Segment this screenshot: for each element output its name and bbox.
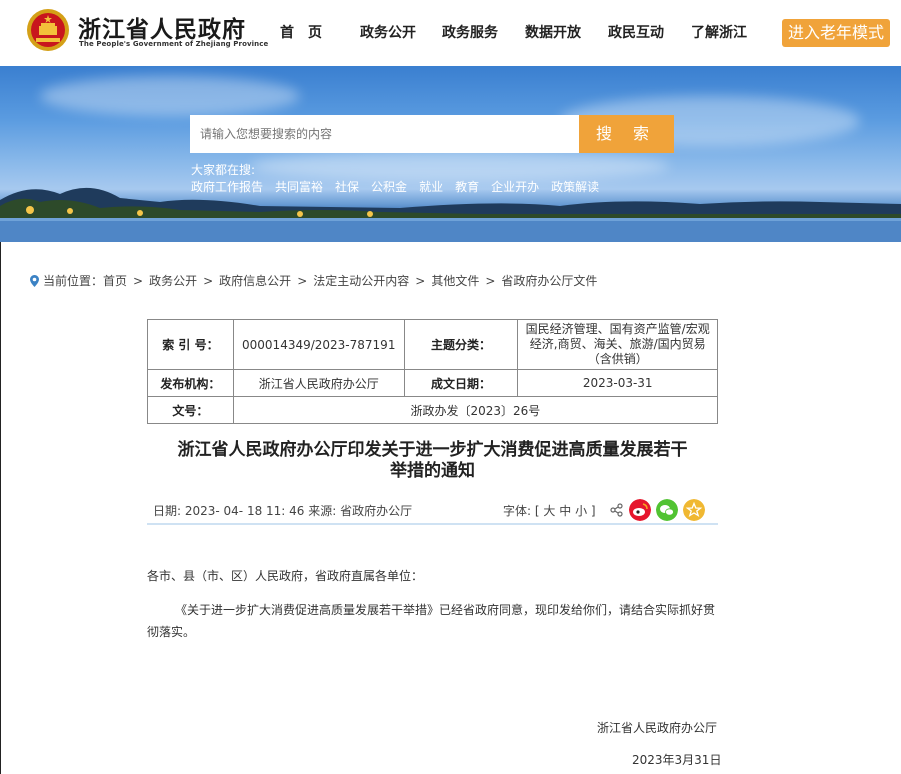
index-number-value: 000014349/2023-787191 <box>232 319 405 370</box>
hot-link-common-prosperity[interactable]: 共同富裕 <box>275 178 323 195</box>
nav-gov-services[interactable]: 政务服务 <box>442 22 525 42</box>
body-paragraph-line: 《关于进一步扩大消费促进高质量发展若干举措》已经省政府同意，现印发给你们，请结合… <box>175 603 716 617</box>
issuer-value: 浙江省人民政府办公厅 <box>232 369 405 397</box>
national-emblem-icon <box>27 9 69 51</box>
topic-label: 主题分类： <box>403 319 519 370</box>
breadcrumb-label: 当前位置： <box>43 274 104 288</box>
signature-date: 2023年3月31日 <box>632 753 722 767</box>
breadcrumb-separator: > <box>415 273 426 288</box>
nav-about-zhejiang[interactable]: 了解浙江 <box>691 22 747 42</box>
wechat-share-icon[interactable] <box>656 499 678 521</box>
hot-link-housing-fund[interactable]: 公积金 <box>371 178 407 195</box>
doc-number-value: 浙政办发〔2023〕26号 <box>232 396 719 424</box>
hot-link-education[interactable]: 教育 <box>455 178 479 195</box>
article-meta-bar: 日期: 2023- 04- 18 11: 46 来源: 省政府办公厅 字体: [… <box>150 499 718 522</box>
site-header: 浙江省人民政府 The People's Government of Zheji… <box>0 0 901 66</box>
breadcrumb-item[interactable]: 其他文件 <box>431 272 479 289</box>
hot-search-label: 大家都在搜: <box>191 163 256 177</box>
hot-search-links: 政府工作报告 共同富裕 社保 公积金 就业 教育 企业开办 政策解读 <box>191 178 611 195</box>
article-title: 浙江省人民政府办公厅印发关于进一步扩大消费促进高质量发展若干 举措的通知 <box>147 440 718 482</box>
article-title-line: 举措的通知 <box>390 461 475 481</box>
elder-mode-button[interactable]: 进入老年模式 <box>782 19 890 47</box>
article-title-line: 浙江省人民政府办公厅印发关于进一步扩大消费促进高质量发展若干 <box>177 440 688 460</box>
breadcrumb-item[interactable]: 政府信息公开 <box>219 272 291 289</box>
index-number-label: 索 引 号： <box>147 319 234 370</box>
issuer-label: 发布机构： <box>147 369 234 397</box>
body-paragraph-line: 彻落实。 <box>147 625 196 639</box>
breadcrumb-separator: > <box>203 273 214 288</box>
doc-number-label: 文号： <box>147 396 234 424</box>
nav-interaction[interactable]: 政民互动 <box>608 22 691 42</box>
search-input[interactable] <box>190 115 579 153</box>
font-size-medium[interactable]: 中 <box>559 504 571 518</box>
breadcrumb-item[interactable]: 首页 <box>103 272 127 289</box>
hot-link-gov-report[interactable]: 政府工作报告 <box>191 178 263 195</box>
topic-value: 国民经济管理、国有资产监管/宏观经济,商贸、海关、旅游/国内贸易（含供销） <box>517 319 718 370</box>
written-date-value: 2023-03-31 <box>517 369 718 397</box>
font-size-large[interactable]: 大 <box>543 504 555 518</box>
breadcrumb-separator: > <box>485 273 496 288</box>
font-size-bracket: ] <box>590 504 596 518</box>
font-size-label: 字体: [ <box>503 504 540 518</box>
breadcrumb-item[interactable]: 法定主动公开内容 <box>313 272 409 289</box>
main-nav: 首 页 政务公开 政务服务 数据开放 政民互动 了解浙江 <box>280 22 747 42</box>
font-size-switcher: 字体: [ 大 中 小 ] <box>503 502 596 519</box>
search-button[interactable]: 搜 索 <box>579 115 674 153</box>
hot-link-policy-interpretation[interactable]: 政策解读 <box>551 178 599 195</box>
written-date-label: 成文日期： <box>403 369 519 397</box>
breadcrumb-separator: > <box>297 273 308 288</box>
salutation: 各市、县（市、区）人民政府，省政府直属各单位： <box>147 569 424 583</box>
breadcrumb: 当前位置： 首页 > 政务公开 > 政府信息公开 > 法定主动公开内容 > 其他… <box>30 272 597 289</box>
breadcrumb-separator: > <box>133 273 144 288</box>
document-info-table: 索 引 号： 000014349/2023-787191 主题分类： 国民经济管… <box>147 319 719 424</box>
site-subtitle: The People's Government of Zhejiang Prov… <box>79 40 269 48</box>
cloud-decoration <box>40 76 300 116</box>
favorite-star-icon[interactable] <box>683 499 705 521</box>
nav-home[interactable]: 首 页 <box>280 22 360 42</box>
nav-gov-affairs-public[interactable]: 政务公开 <box>360 22 442 42</box>
breadcrumb-item[interactable]: 政务公开 <box>149 272 197 289</box>
breadcrumb-item[interactable]: 省政府办公厅文件 <box>501 272 597 289</box>
meta-divider <box>147 523 718 525</box>
hot-link-social-security[interactable]: 社保 <box>335 178 359 195</box>
location-pin-icon <box>30 274 39 287</box>
site-title: 浙江省人民政府 <box>78 16 246 43</box>
signature-issuer: 浙江省人民政府办公厅 <box>597 721 718 735</box>
weibo-share-icon[interactable] <box>629 499 651 521</box>
share-icon[interactable] <box>610 503 624 517</box>
hot-link-employment[interactable]: 就业 <box>419 178 443 195</box>
nav-open-data[interactable]: 数据开放 <box>525 22 608 42</box>
search-banner: 搜 索 大家都在搜: 政府工作报告 共同富裕 社保 公积金 就业 教育 企业开办… <box>0 66 901 242</box>
font-size-small[interactable]: 小 <box>575 504 587 518</box>
publish-date-source: 日期: 2023- 04- 18 11: 46 来源: 省政府办公厅 <box>153 504 413 518</box>
hot-link-business-startup[interactable]: 企业开办 <box>491 178 539 195</box>
